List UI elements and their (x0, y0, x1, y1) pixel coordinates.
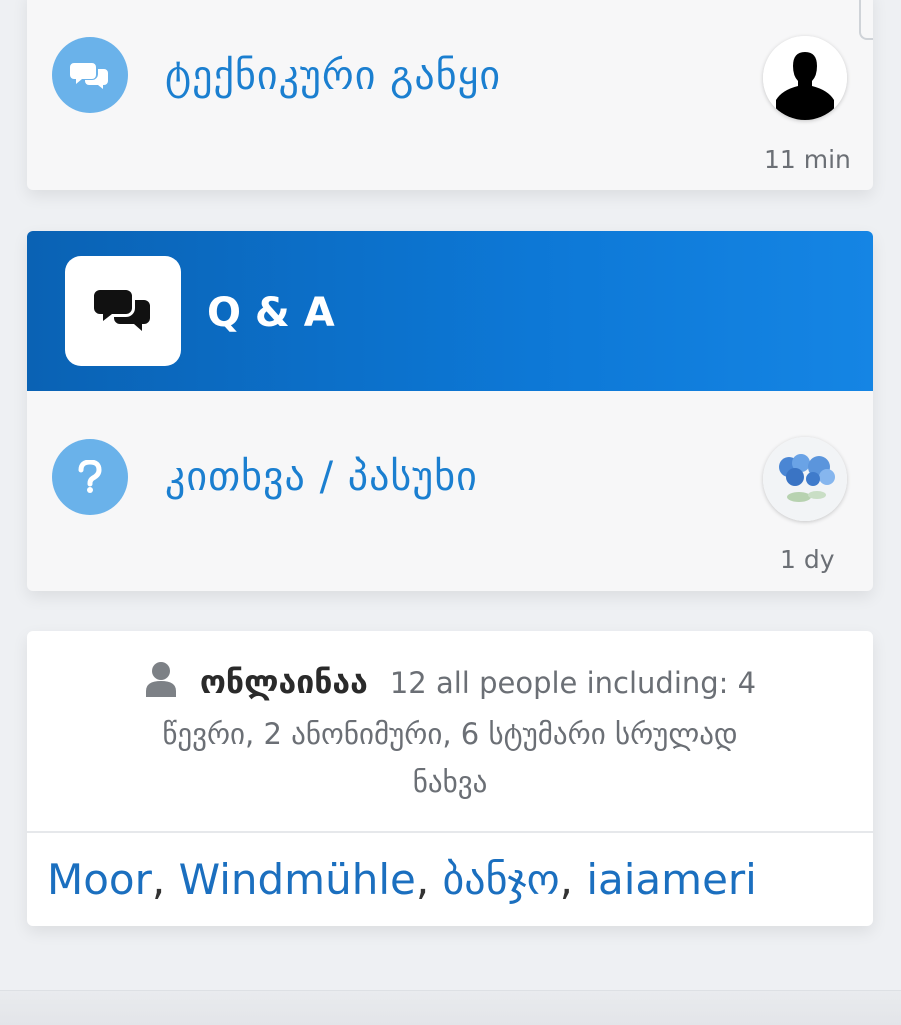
forum-row-tech[interactable]: ტექნიკური განყი 11 min (27, 0, 873, 190)
category-title[interactable]: Q & A (207, 293, 335, 333)
last-post-time: 1 dy (780, 545, 835, 574)
last-post-time: 11 min (764, 145, 851, 174)
online-heading: ონლაინაა (199, 663, 368, 701)
chat-bubbles-icon (65, 256, 181, 366)
forum-title-tech[interactable]: ტექნიკური განყი (165, 56, 501, 96)
question-icon (52, 439, 128, 515)
online-user-link[interactable]: Windmühle (179, 855, 416, 904)
online-user-list: Moor, Windmühle, ბანჯო, iaiameri (47, 859, 757, 901)
user-avatar[interactable] (763, 36, 847, 120)
chat-bubbles-icon (52, 37, 128, 113)
forum-row-qa[interactable]: კითხვა / პასუხი 1 dy (27, 391, 873, 591)
divider (27, 831, 873, 833)
forum-card-tech: ტექნიკური განყი 11 min (27, 0, 873, 190)
view-all-link[interactable]: ნახვა (67, 759, 833, 805)
bottom-bar (0, 990, 901, 1025)
category-card-qa: Q & A კითხვა / პასუხი 1 dy (27, 231, 873, 591)
list-separator: , (559, 855, 587, 904)
online-summary: 12 all people including: 4 (389, 666, 757, 700)
online-summary-line: წევრი, 2 ანონიმური, 6 სტუმარი სრულად (162, 717, 738, 751)
user-icon (144, 661, 178, 710)
category-header[interactable]: Q & A (27, 231, 873, 391)
online-users-card: ონლაინაა 12 all people including: 4 წევრი… (27, 631, 873, 926)
online-user-link[interactable]: ბანჯო (443, 855, 560, 904)
user-avatar[interactable] (763, 437, 847, 521)
online-user-link[interactable]: iaiameri (586, 855, 757, 904)
list-separator: , (151, 855, 179, 904)
online-user-link[interactable]: Moor (47, 855, 152, 904)
forum-title-qa[interactable]: კითხვა / პასუხი (165, 457, 478, 497)
online-summary-line: ონლაინაა 12 all people including: 4 (67, 659, 833, 710)
list-separator: , (415, 855, 443, 904)
